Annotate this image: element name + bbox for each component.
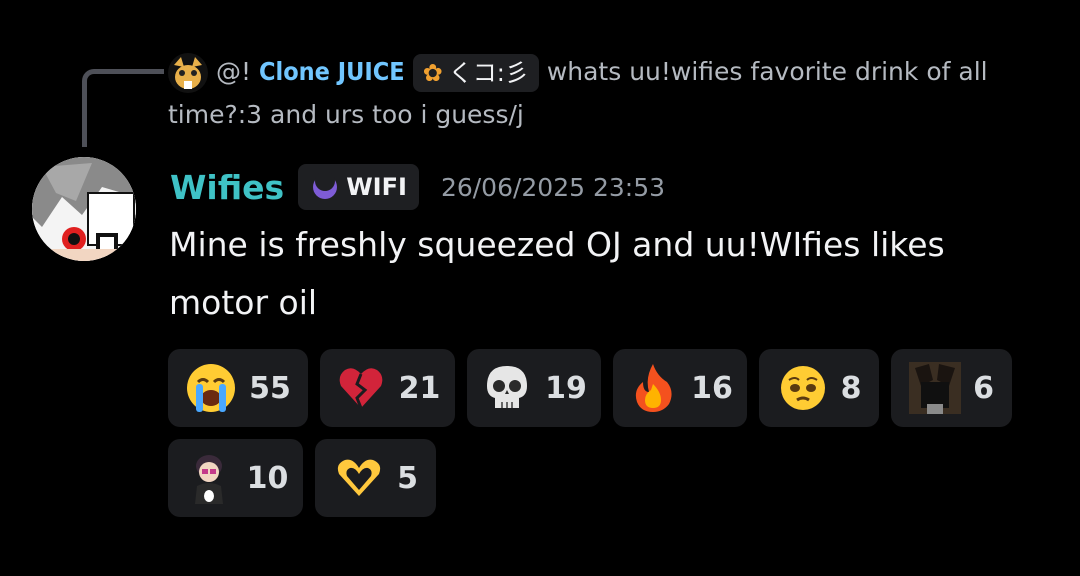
reaction-count: 5: [397, 460, 418, 496]
butterfly-icon: ✿: [422, 59, 443, 87]
message-header: Wifies WIFI 26/06/2025 23:53: [170, 162, 665, 212]
reaction-count: 21: [398, 370, 441, 406]
reaction-custom-cat[interactable]: 6: [891, 349, 1012, 427]
broken-heart-icon: [335, 362, 387, 414]
reaction-broken-heart[interactable]: 21: [320, 349, 455, 427]
reaction-list: 55 21 19 16 8 6 10 5: [168, 349, 1048, 529]
reply-author-tag: ✿ くコ:彡: [412, 54, 539, 92]
avatar[interactable]: [32, 157, 136, 261]
reaction-skull[interactable]: 19: [467, 349, 601, 427]
reaction-fire[interactable]: 16: [613, 349, 747, 427]
reply-connector: [82, 69, 164, 147]
reaction-count: 10: [246, 460, 289, 496]
reply-preview[interactable]: @! Clone JUICE ✿ くコ:彡 whats uu!wifies favor…: [168, 50, 1048, 136]
fire-icon: [627, 362, 679, 414]
custom-character-emoji-icon: [183, 452, 235, 504]
reaction-heart-hands[interactable]: 5: [315, 439, 436, 517]
heart-hands-icon: [333, 452, 385, 504]
reaction-row: 10 5: [168, 439, 1048, 517]
reply-mention: @!: [216, 57, 252, 86]
reaction-count: 55: [249, 370, 291, 406]
reaction-count: 8: [840, 370, 862, 406]
role-tag[interactable]: WIFI: [298, 164, 419, 210]
role-tag-label: WIFI: [346, 173, 407, 201]
reply-author-avatar[interactable]: [168, 53, 208, 93]
reaction-count: 19: [545, 370, 587, 406]
custom-cat-emoji-icon: [909, 362, 962, 414]
username[interactable]: Wifies: [170, 168, 284, 207]
reaction-pleading[interactable]: 8: [759, 349, 879, 427]
reaction-loudly-crying[interactable]: 55: [168, 349, 308, 427]
reply-author-name[interactable]: Clone JUICE: [259, 57, 405, 86]
reply-tag-label: くコ:彡: [448, 59, 529, 87]
skull-icon: [481, 362, 533, 414]
message-content: Mine is freshly squeezed OJ and uu!WIfie…: [169, 225, 945, 322]
reaction-count: 16: [691, 370, 733, 406]
pleading-face-icon: [777, 362, 829, 414]
loudly-crying-face-icon: [185, 362, 237, 414]
timestamp[interactable]: 26/06/2025 23:53: [441, 173, 665, 202]
reaction-count: 6: [973, 370, 994, 406]
reaction-custom-character[interactable]: 10: [168, 439, 303, 517]
reaction-row: 55 21 19 16 8 6: [168, 349, 1048, 427]
crescent-moon-icon: [313, 172, 338, 199]
